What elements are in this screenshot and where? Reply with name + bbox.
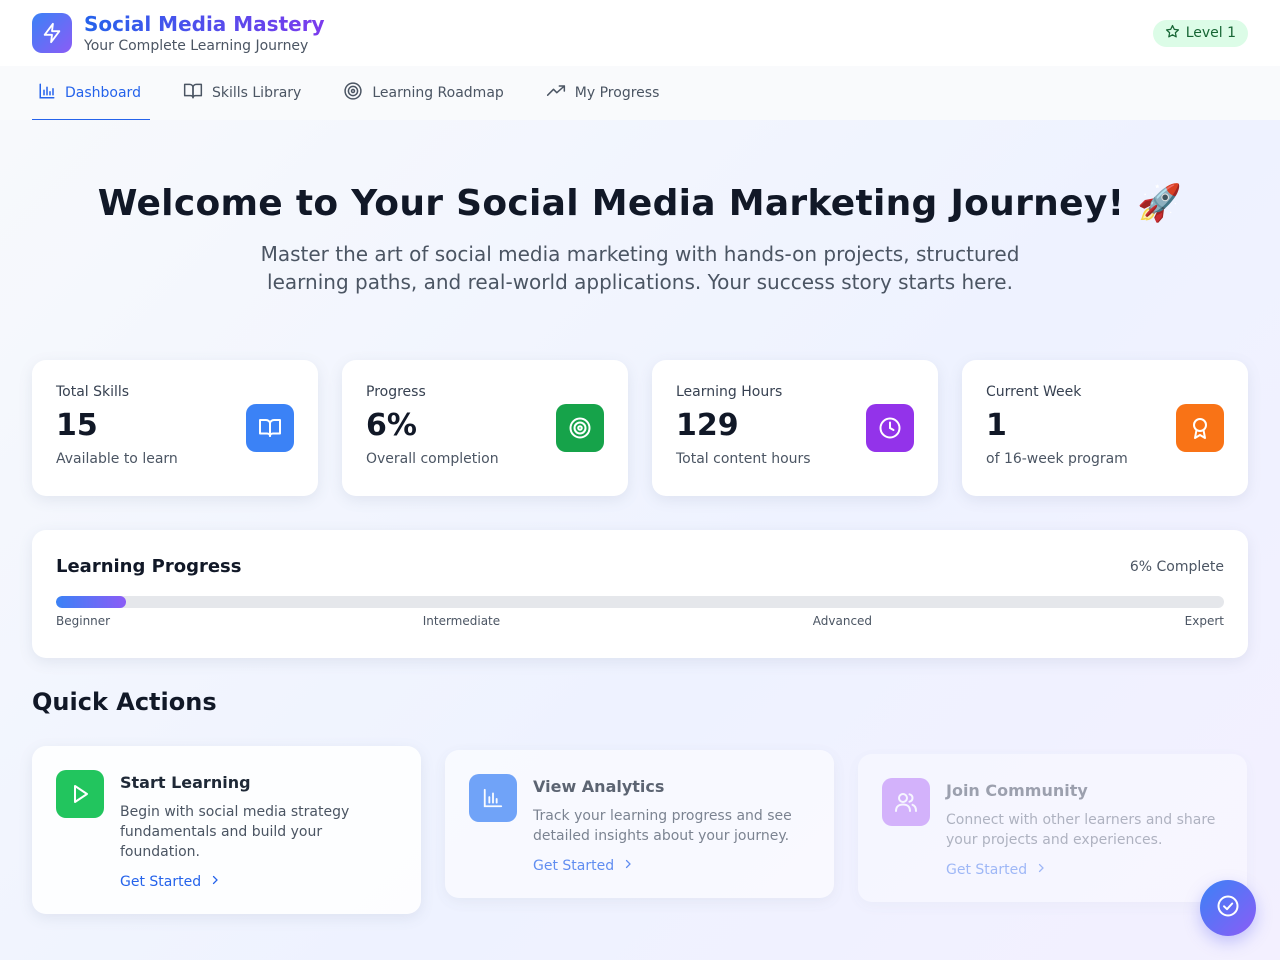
level-label: Level 1 bbox=[1185, 25, 1236, 41]
tab-label: Skills Library bbox=[211, 85, 302, 101]
stat-label: Progress bbox=[366, 384, 426, 400]
stat-card-total-skills: Total Skills 15 Available to learn bbox=[32, 360, 318, 496]
tab-my-progress[interactable]: My Progress bbox=[540, 66, 666, 120]
bar-chart-icon bbox=[38, 82, 56, 104]
level-expert: Expert bbox=[1184, 614, 1224, 628]
stat-sub: Total content hours bbox=[676, 451, 811, 467]
stat-value: 1 bbox=[986, 408, 1007, 443]
stat-value: 129 bbox=[676, 408, 739, 443]
bar-chart-icon bbox=[469, 774, 517, 822]
get-started-link[interactable]: Get Started bbox=[120, 874, 397, 890]
tab-label: My Progress bbox=[574, 85, 660, 101]
check-circle-icon bbox=[1216, 894, 1240, 922]
stat-label: Total Skills bbox=[56, 384, 130, 400]
action-card-start-learning[interactable]: Start Learning Begin with social media s… bbox=[32, 746, 421, 914]
stat-card-learning-hours: Learning Hours 129 Total content hours bbox=[652, 360, 938, 496]
target-icon bbox=[556, 404, 604, 452]
app-subtitle: Your Complete Learning Journey bbox=[84, 38, 309, 54]
get-started-link[interactable]: Get Started bbox=[533, 858, 810, 874]
quick-actions-row: Start Learning Begin with social media s… bbox=[0, 746, 1280, 914]
action-card-view-analytics[interactable]: View Analytics Track your learning progr… bbox=[445, 750, 834, 898]
main-nav: Dashboard Skills Library Learning Roadma… bbox=[0, 66, 1280, 120]
progress-track bbox=[56, 596, 1224, 608]
action-description: Begin with social media strategy fundame… bbox=[120, 804, 350, 860]
get-started-link[interactable]: Get Started bbox=[946, 862, 1223, 878]
trending-up-icon bbox=[546, 81, 566, 105]
award-icon bbox=[1176, 404, 1224, 452]
stat-sub: of 16-week program bbox=[986, 451, 1128, 467]
progress-fill bbox=[56, 596, 127, 608]
hero-description: Master the art of social media marketing… bbox=[260, 242, 1020, 294]
level-advanced: Advanced bbox=[812, 614, 873, 628]
stat-sub: Available to learn bbox=[56, 451, 178, 467]
stat-value: 6% bbox=[366, 408, 417, 443]
clock-icon bbox=[866, 404, 914, 452]
star-icon bbox=[1165, 24, 1180, 43]
book-open-icon bbox=[183, 81, 203, 105]
app-title: Social Media Mastery bbox=[84, 12, 325, 36]
floating-action-button[interactable] bbox=[1200, 880, 1256, 936]
play-icon bbox=[56, 770, 104, 818]
action-title: Join Community bbox=[946, 781, 1088, 800]
level-intermediate: Intermediate bbox=[422, 614, 501, 628]
action-title: View Analytics bbox=[533, 777, 665, 796]
stat-label: Learning Hours bbox=[676, 384, 783, 400]
quick-actions-heading: Quick Actions bbox=[32, 688, 217, 716]
tab-label: Learning Roadmap bbox=[372, 85, 504, 101]
progress-percent-label: 6% Complete bbox=[1129, 558, 1224, 575]
link-label: Get Started bbox=[533, 858, 615, 874]
tab-skills-library[interactable]: Skills Library bbox=[177, 66, 307, 120]
stat-value: 15 bbox=[56, 408, 98, 443]
action-description: Track your learning progress and see det… bbox=[533, 808, 792, 844]
hero-section: Welcome to Your Social Media Marketing J… bbox=[0, 120, 1280, 296]
book-open-icon bbox=[246, 404, 294, 452]
link-label: Get Started bbox=[120, 874, 202, 890]
stat-card-current-week: Current Week 1 of 16-week program bbox=[962, 360, 1248, 496]
lightning-icon bbox=[32, 13, 72, 53]
progress-levels: Beginner Intermediate Advanced Expert bbox=[56, 614, 1224, 628]
action-description: Connect with other learners and share yo… bbox=[946, 812, 1216, 848]
tab-learning-roadmap[interactable]: Learning Roadmap bbox=[337, 66, 509, 120]
users-icon bbox=[882, 778, 930, 826]
tab-dashboard[interactable]: Dashboard bbox=[32, 66, 150, 120]
action-card-join-community[interactable]: Join Community Connect with other learne… bbox=[858, 754, 1247, 902]
app-header: Social Media Mastery Your Complete Learn… bbox=[0, 0, 1280, 66]
learning-progress-card: Learning Progress 6% Complete Beginner I… bbox=[32, 530, 1248, 658]
stat-label: Current Week bbox=[986, 384, 1082, 400]
progress-title: Learning Progress bbox=[56, 556, 242, 577]
stat-sub: Overall completion bbox=[366, 451, 499, 467]
chevron-right-icon bbox=[209, 874, 221, 890]
chevron-right-icon bbox=[1035, 862, 1047, 878]
action-title: Start Learning bbox=[120, 773, 251, 792]
target-icon bbox=[343, 81, 363, 105]
level-beginner: Beginner bbox=[56, 614, 111, 628]
level-badge: Level 1 bbox=[1152, 19, 1248, 47]
link-label: Get Started bbox=[946, 862, 1028, 878]
tab-label: Dashboard bbox=[65, 85, 141, 101]
stats-row: Total Skills 15 Available to learn Progr… bbox=[0, 360, 1280, 496]
brand[interactable]: Social Media Mastery Your Complete Learn… bbox=[32, 12, 325, 54]
stat-card-progress: Progress 6% Overall completion bbox=[342, 360, 628, 496]
chevron-right-icon bbox=[622, 858, 634, 874]
page-title: Welcome to Your Social Media Marketing J… bbox=[97, 183, 1183, 224]
